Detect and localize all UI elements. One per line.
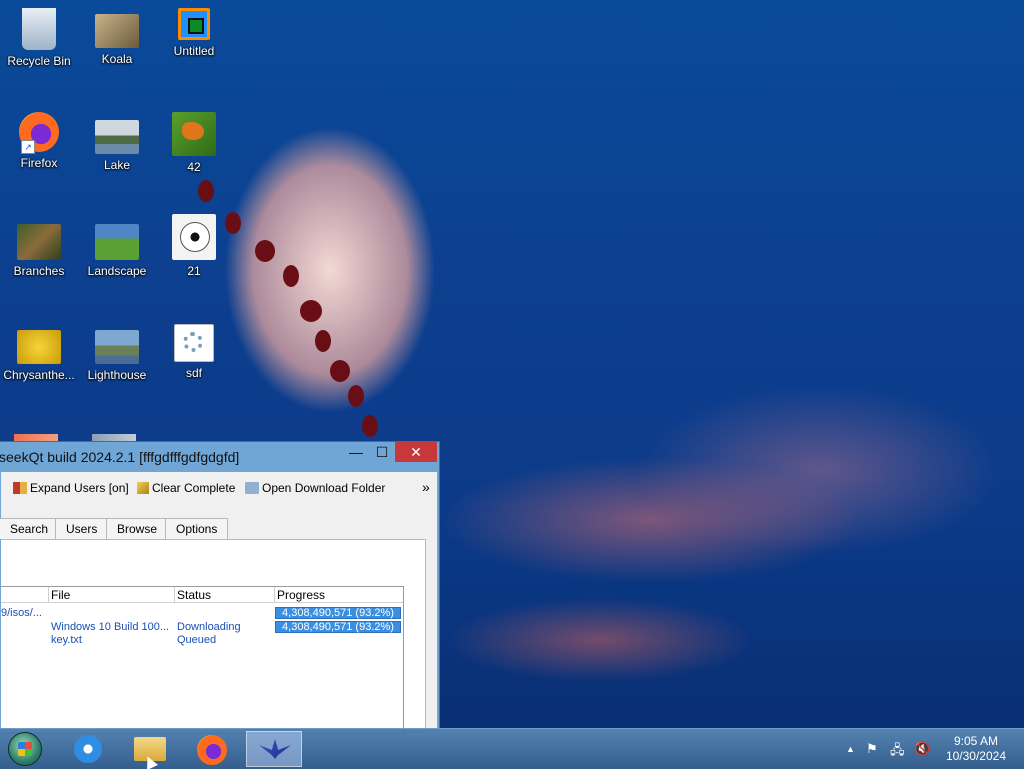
toolbar-overflow-button[interactable]: » (422, 479, 430, 495)
broom-icon (137, 482, 149, 494)
desktop-icon-untitled[interactable]: Untitled (157, 8, 231, 58)
row-status: Downloading (177, 621, 241, 633)
recycle-bin-icon (22, 8, 56, 50)
close-button[interactable]: ✕ (395, 442, 437, 462)
column-header-path[interactable] (1, 587, 49, 603)
desktop-icon-chrysanthemum[interactable]: Chrysanthe... (2, 330, 76, 382)
clock-time: 9:05 AM (953, 734, 998, 748)
users-icon (13, 482, 27, 494)
desktop-icon-lake[interactable]: Lake (80, 120, 154, 172)
tray-chevron-button[interactable]: ▲ (846, 744, 855, 754)
column-header-progress[interactable]: Progress (275, 587, 403, 603)
image-file-icon (17, 330, 61, 364)
internet-explorer-icon (74, 735, 102, 763)
row-progress-bar: 4,308,490,571 (93.2%) (275, 621, 401, 633)
desktop-icon-21[interactable]: 21 (157, 214, 231, 278)
bird-icon (259, 739, 291, 759)
tab-browse[interactable]: Browse (106, 518, 169, 539)
column-header-status[interactable]: Status (175, 587, 275, 603)
image-file-icon (95, 120, 139, 154)
app-window[interactable]: seekQt build 2024.2.1 [fffgdfffgdfgdgfd]… (0, 441, 440, 734)
image-file-icon (95, 224, 139, 260)
minimize-button[interactable]: — (343, 442, 369, 462)
image-file-icon (172, 112, 216, 156)
shortcut-arrow-icon: ↗ (21, 140, 35, 154)
image-file-icon (17, 224, 61, 260)
maximize-button[interactable]: ☐ (369, 442, 395, 462)
taskbar-internet-explorer[interactable] (60, 731, 116, 767)
desktop-icon-firefox[interactable]: ↗ Firefox (2, 112, 76, 170)
tab-users[interactable]: Users (55, 518, 109, 539)
clear-complete-button[interactable]: Clear Complete (137, 481, 235, 495)
transfers-list[interactable]: File Status Progress 9/isos/... Windows … (1, 586, 404, 734)
folder-icon (245, 482, 259, 494)
image-file-icon (178, 8, 210, 40)
window-title: seekQt build 2024.2.1 [fffgdfffgdfgdgfd] (0, 449, 240, 465)
tab-options[interactable]: Options (165, 518, 229, 539)
start-button[interactable] (8, 732, 42, 766)
network-icon[interactable]: 🖧 (890, 741, 905, 763)
desktop-icon-landscape[interactable]: Landscape (80, 224, 154, 278)
open-download-folder-button[interactable]: Open Download Folder (245, 481, 385, 495)
clock[interactable]: 9:05 AM 10/30/2024 (946, 734, 1006, 764)
tab-search[interactable]: Search (0, 518, 60, 539)
clock-date: 10/30/2024 (945, 749, 1006, 763)
windows-logo-icon (18, 742, 32, 756)
image-file-icon (95, 14, 139, 48)
volume-muted-icon[interactable]: 🔇 (914, 741, 930, 757)
firefox-icon: ↗ (19, 112, 59, 154)
row-file: key.txt (51, 634, 82, 646)
desktop-icon-lighthouse[interactable]: Lighthouse (80, 330, 154, 382)
flag-icon[interactable]: ⚑ (866, 741, 878, 757)
image-file-icon (95, 330, 139, 364)
main-panel: Search Users Browse Options File Status … (0, 504, 437, 734)
column-header-file[interactable]: File (49, 587, 175, 603)
desktop-icon-recycle-bin[interactable]: Recycle Bin (2, 8, 76, 68)
desktop-icon-42[interactable]: 42 (157, 112, 231, 174)
row-status: Queued (177, 634, 217, 646)
toolbar: Expand Users [on] Clear Complete Open Do… (1, 472, 437, 505)
settings-file-icon (174, 324, 214, 362)
desktop-icon-sdf[interactable]: sdf (157, 324, 231, 380)
taskbar-soulseek[interactable] (246, 731, 302, 767)
tab-content: File Status Progress 9/isos/... Windows … (1, 539, 426, 734)
image-file-icon (172, 214, 216, 260)
firefox-icon (197, 735, 227, 765)
desktop-icon-branches[interactable]: Branches (2, 224, 76, 278)
expand-users-button[interactable]: Expand Users [on] (13, 481, 129, 495)
desktop-icon-koala[interactable]: Koala (80, 14, 154, 66)
row-progress-bar: 4,308,490,571 (93.2%) (275, 607, 401, 619)
row-file: Windows 10 Build 100... (51, 621, 170, 633)
row-path: 9/isos/... (1, 607, 42, 619)
taskbar-firefox[interactable] (184, 731, 240, 767)
title-bar[interactable]: seekQt build 2024.2.1 [fffgdfffgdfgdgfd]… (0, 442, 439, 470)
